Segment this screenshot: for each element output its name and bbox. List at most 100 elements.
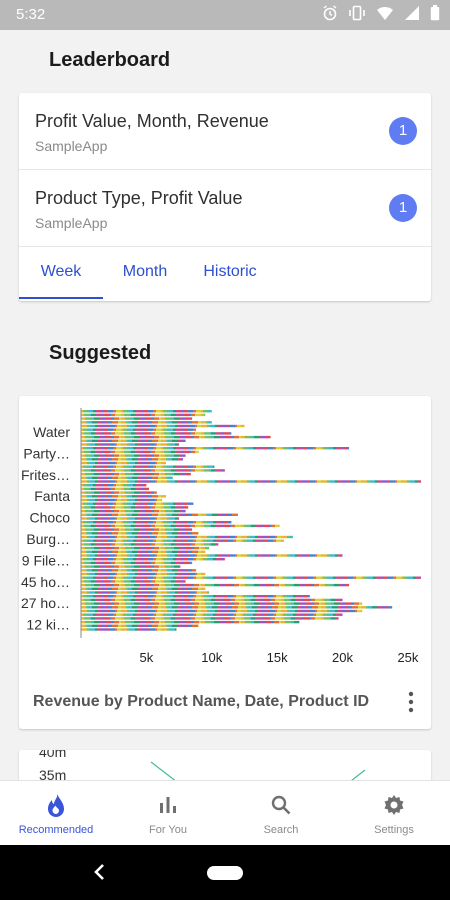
bar bbox=[81, 576, 421, 579]
bar bbox=[81, 517, 180, 520]
bar bbox=[81, 543, 219, 546]
bar bbox=[81, 587, 206, 590]
bottom-navigation: Recommended For You Search Settings bbox=[0, 780, 450, 846]
status-time: 5:32 bbox=[16, 6, 46, 23]
back-icon[interactable] bbox=[90, 861, 110, 883]
scroll-content[interactable]: Leaderboard Profit Value, Month, Revenue… bbox=[0, 30, 450, 780]
x-tick-label: 25k bbox=[397, 650, 418, 665]
suggested-chart-card[interactable]: Water Party… Frites… Fanta Choco Burg… 9 File…… bbox=[19, 396, 431, 729]
bar bbox=[81, 546, 210, 550]
y-category-label: Water bbox=[33, 424, 70, 440]
y-category-label: Party… bbox=[23, 445, 70, 461]
leaderboard-item-title: Profit Value, Month, Revenue bbox=[35, 111, 269, 131]
bar bbox=[81, 461, 166, 465]
bar bbox=[81, 443, 180, 446]
bar bbox=[81, 521, 232, 524]
x-tick-label: 15k bbox=[267, 650, 288, 665]
more-options-icon[interactable] bbox=[401, 689, 421, 715]
bar bbox=[81, 465, 215, 468]
nav-search[interactable]: Search bbox=[225, 781, 337, 846]
bar bbox=[81, 606, 393, 609]
series-line bbox=[351, 769, 366, 780]
line-chart: 40m 35m bbox=[39, 750, 366, 780]
bar bbox=[81, 410, 212, 413]
home-button[interactable] bbox=[207, 866, 243, 880]
bar bbox=[81, 435, 271, 439]
tab-month[interactable]: Month bbox=[109, 245, 181, 299]
bar-chart-icon bbox=[160, 797, 176, 813]
nav-label: Search bbox=[263, 824, 299, 836]
bar bbox=[81, 428, 196, 431]
bar bbox=[81, 565, 181, 568]
bar bbox=[81, 550, 206, 553]
suggested-heading: Suggested bbox=[49, 342, 152, 364]
bar bbox=[81, 554, 343, 557]
y-category-label: Frites… bbox=[21, 467, 70, 483]
bar bbox=[81, 624, 199, 627]
bar bbox=[81, 484, 147, 487]
flame-icon bbox=[48, 794, 64, 817]
y-tick-label: 35m bbox=[39, 767, 66, 780]
status-bar: 5:32 bbox=[0, 0, 450, 30]
x-tick-label: 20k bbox=[332, 650, 353, 665]
revenue-bar-chart: Water Party… Frites… Fanta Choco Burg… 9 File…… bbox=[21, 408, 421, 665]
bar bbox=[81, 458, 183, 461]
bar bbox=[81, 413, 206, 417]
search-icon bbox=[271, 795, 291, 815]
bar bbox=[81, 447, 350, 450]
count-badge: 1 bbox=[389, 117, 417, 145]
bar bbox=[81, 583, 350, 587]
status-icons bbox=[322, 5, 440, 21]
bar bbox=[81, 572, 206, 576]
count-badge: 1 bbox=[389, 194, 417, 222]
nav-recommended[interactable]: Recommended bbox=[0, 781, 112, 846]
bar bbox=[81, 476, 173, 479]
y-category-label: 45 ho… bbox=[21, 574, 70, 590]
bar bbox=[81, 539, 284, 542]
leaderboard-item-subtitle: SampleApp bbox=[35, 138, 108, 154]
leaderboard-tabs: Week Month Historic bbox=[19, 245, 431, 299]
tab-week[interactable]: Week bbox=[19, 245, 103, 299]
leaderboard-heading: Leaderboard bbox=[49, 49, 171, 71]
leaderboard-item[interactable]: Product Type, Profit Value SampleApp 1 bbox=[19, 170, 431, 247]
nav-label: For You bbox=[149, 824, 187, 836]
leaderboard-item[interactable]: Profit Value, Month, Revenue SampleApp 1 bbox=[19, 93, 431, 170]
bar bbox=[81, 513, 238, 516]
bar bbox=[81, 569, 197, 572]
bar bbox=[81, 509, 186, 513]
bar bbox=[81, 439, 186, 442]
bar bbox=[81, 524, 280, 528]
system-navigation-bar bbox=[0, 845, 450, 900]
line-chart-card[interactable]: 40m 35m bbox=[19, 750, 431, 780]
bar bbox=[81, 450, 199, 454]
signal-icon bbox=[405, 6, 419, 20]
bar bbox=[81, 495, 166, 498]
bar bbox=[81, 580, 186, 583]
bar bbox=[81, 613, 343, 616]
bar bbox=[81, 506, 189, 509]
bar bbox=[81, 532, 199, 535]
nav-label: Settings bbox=[374, 824, 414, 836]
bar bbox=[81, 498, 163, 502]
bar bbox=[81, 469, 225, 472]
leaderboard-item-subtitle: SampleApp bbox=[35, 215, 108, 231]
series-line bbox=[150, 761, 176, 780]
nav-for-you[interactable]: For You bbox=[112, 781, 224, 846]
bar bbox=[81, 628, 177, 631]
tab-historic[interactable]: Historic bbox=[191, 245, 269, 299]
nav-label: Recommended bbox=[18, 824, 94, 836]
wifi-icon bbox=[377, 6, 393, 20]
vibrate-icon bbox=[349, 5, 365, 21]
x-tick-label: 10k bbox=[201, 650, 222, 665]
bar bbox=[81, 421, 212, 424]
bar bbox=[81, 424, 245, 428]
bar bbox=[81, 472, 191, 476]
y-category-label: 12 ki… bbox=[26, 617, 70, 633]
nav-settings[interactable]: Settings bbox=[338, 781, 450, 846]
bar bbox=[81, 558, 225, 561]
bar bbox=[81, 609, 363, 613]
bar bbox=[81, 598, 343, 602]
y-category-label: 27 ho… bbox=[21, 595, 70, 611]
bar bbox=[81, 480, 421, 483]
leaderboard-card: Profit Value, Month, Revenue SampleApp 1… bbox=[19, 93, 431, 301]
